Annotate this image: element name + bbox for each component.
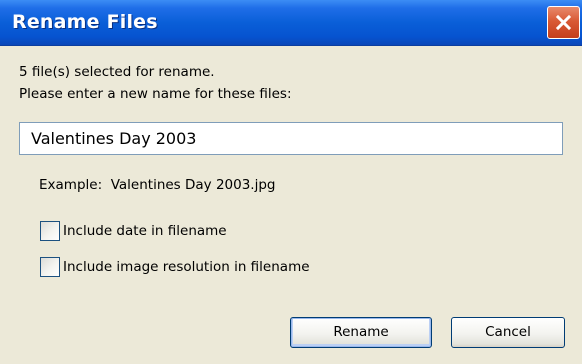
close-button[interactable] — [547, 6, 580, 39]
cancel-button[interactable]: Cancel — [451, 317, 565, 348]
rename-button[interactable]: Rename — [290, 317, 432, 348]
include-date-option[interactable]: Include date in filename — [40, 221, 227, 241]
selection-count-text: 5 file(s) selected for rename. — [19, 64, 215, 80]
instruction-text: Please enter a new name for these files: — [19, 86, 292, 102]
include-resolution-option[interactable]: Include image resolution in filename — [40, 257, 310, 277]
new-name-input[interactable] — [19, 122, 563, 155]
include-resolution-checkbox[interactable] — [40, 257, 60, 277]
rename-files-dialog: Rename Files 5 file(s) selected for rena… — [0, 0, 582, 364]
example-filename-text: Example: Valentines Day 2003.jpg — [39, 177, 276, 193]
dialog-title: Rename Files — [12, 11, 158, 33]
title-bar[interactable]: Rename Files — [0, 0, 582, 46]
include-date-checkbox[interactable] — [40, 221, 60, 241]
include-date-label[interactable]: Include date in filename — [63, 223, 227, 239]
include-resolution-label[interactable]: Include image resolution in filename — [63, 259, 310, 275]
close-icon — [555, 14, 572, 31]
